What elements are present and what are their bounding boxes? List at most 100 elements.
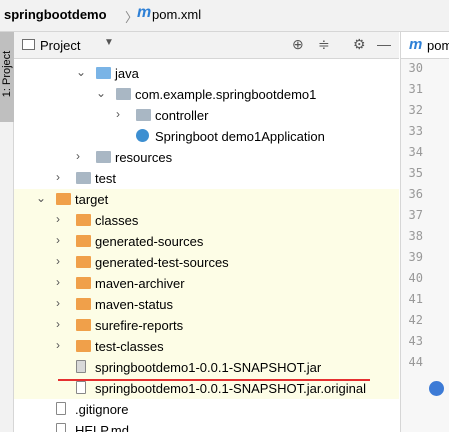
navigation-bar: springbootdemo 〉 m pom.xml: [0, 0, 449, 32]
line-number: 40: [408, 271, 423, 285]
project-tool-tab-label: 1: Project: [1, 50, 13, 98]
excluded-folder-icon: [76, 235, 91, 247]
tree-row-label: HELP.md: [75, 423, 129, 432]
tree-row-label: classes: [95, 213, 139, 228]
tree-row-label: generated-sources: [95, 234, 204, 249]
tree-row[interactable]: › resources: [14, 147, 399, 168]
tree-row[interactable]: ⌄ target: [14, 189, 399, 210]
file-icon: [56, 402, 66, 415]
line-number: 33: [408, 124, 423, 138]
editor-panel: m pom 30 31 32 33 34 35 36 37 38 39 40 41 42 43 44: [400, 32, 449, 432]
gear-icon[interactable]: ⚙: [353, 36, 366, 53]
file-icon: [76, 381, 86, 394]
chevron-down-icon[interactable]: ▼: [104, 37, 114, 48]
excluded-folder-icon: [76, 256, 91, 268]
tree-row[interactable]: › maven-archiver: [14, 273, 399, 294]
tree-row-label: controller: [155, 108, 209, 123]
chevron-right-icon[interactable]: ›: [56, 233, 68, 247]
chevron-right-icon[interactable]: ›: [76, 149, 88, 163]
folder-icon: [96, 151, 111, 163]
line-number: 37: [408, 208, 423, 222]
chevron-right-icon[interactable]: ›: [56, 212, 68, 226]
line-number: 30: [408, 61, 423, 75]
line-number: 39: [408, 250, 423, 264]
class-icon: [136, 129, 149, 142]
run-gutter-icon[interactable]: [429, 381, 444, 396]
tool-window-stripe: 1: Project: [0, 32, 14, 432]
excluded-folder-icon: [76, 214, 91, 226]
tree-row-label: generated-test-sources: [95, 255, 229, 270]
editor-tab-pom[interactable]: m pom: [401, 32, 449, 59]
jar-icon: [76, 360, 86, 373]
tree-row-label: maven-archiver: [95, 276, 185, 291]
breadcrumb-file[interactable]: pom.xml: [152, 7, 201, 22]
excluded-folder-icon: [76, 319, 91, 331]
line-number: 35: [408, 166, 423, 180]
chevron-right-icon[interactable]: ›: [116, 107, 128, 121]
chevron-right-icon[interactable]: ›: [56, 338, 68, 352]
tree-row[interactable]: › test: [14, 168, 399, 189]
tree-row[interactable]: › surefire-reports: [14, 315, 399, 336]
project-view-icon: [22, 39, 35, 50]
tree-row-label: test: [95, 171, 116, 186]
chevron-down-icon[interactable]: ⌄: [36, 191, 48, 205]
project-tree: ⌄ java ⌄ com.example.springbootdemo1 › contro…: [14, 59, 399, 432]
line-number: 41: [408, 292, 423, 306]
tree-row-label: Springboot demo1Application: [155, 129, 325, 144]
tree-row[interactable]: › controller: [14, 105, 399, 126]
project-toolbar: Project ▼ ⊕ ≑ ⚙ —: [14, 32, 399, 59]
folder-icon: [136, 109, 151, 121]
tree-row[interactable]: ⌄ java: [14, 63, 399, 84]
chevron-right-icon[interactable]: ›: [56, 254, 68, 268]
line-number: 42: [408, 313, 423, 327]
tree-row-label: target: [75, 192, 109, 207]
file-icon: [56, 423, 66, 432]
chevron-right-icon[interactable]: ›: [56, 296, 68, 310]
excluded-folder-icon: [56, 193, 71, 205]
tree-row-label: resources: [115, 150, 173, 165]
tree-row-label: java: [115, 66, 139, 81]
tree-row[interactable]: ⌄ com.example.springbootdemo1: [14, 84, 399, 105]
maven-icon: m: [137, 4, 152, 21]
collapse-icon[interactable]: ≑: [318, 36, 330, 53]
line-number: 36: [408, 187, 423, 201]
tree-row-label: surefire-reports: [95, 318, 184, 333]
tree-row[interactable]: Springboot demo1Application: [14, 126, 399, 147]
line-number: 34: [408, 145, 423, 159]
excluded-folder-icon: [76, 340, 91, 352]
tree-row[interactable]: springbootdemo1-0.0.1-SNAPSHOT.jar.origi…: [14, 378, 399, 399]
project-view-title[interactable]: Project: [40, 38, 80, 53]
breadcrumb-project[interactable]: springbootdemo: [4, 7, 107, 22]
line-number: 32: [408, 103, 423, 117]
red-underline-annotation: [58, 379, 370, 381]
hide-icon[interactable]: —: [377, 36, 391, 52]
tree-row-label: maven-status: [95, 297, 174, 312]
tree-row-label: test-classes: [95, 339, 164, 354]
folder-icon: [116, 88, 131, 100]
chevron-down-icon[interactable]: ⌄: [76, 65, 88, 79]
tree-row-label: .gitignore: [75, 402, 129, 417]
tree-row[interactable]: › classes: [14, 210, 399, 231]
line-number: 44: [408, 355, 423, 369]
chevron-right-icon[interactable]: ›: [56, 275, 68, 289]
tree-row-label: springbootdemo1-0.0.1-SNAPSHOT.jar.origi…: [95, 381, 366, 396]
tree-row[interactable]: › generated-test-sources: [14, 252, 399, 273]
tree-row[interactable]: HELP.md: [14, 420, 399, 432]
line-number: 38: [408, 229, 423, 243]
chevron-right-icon[interactable]: ›: [56, 170, 68, 184]
excluded-folder-icon: [76, 277, 91, 289]
chevron-right-icon[interactable]: ›: [56, 317, 68, 331]
source-folder-icon: [96, 67, 111, 79]
tree-row[interactable]: .gitignore: [14, 399, 399, 420]
tree-row[interactable]: › maven-status: [14, 294, 399, 315]
editor-tab-label: pom: [427, 38, 449, 53]
excluded-folder-icon: [76, 298, 91, 310]
chevron-down-icon[interactable]: ⌄: [96, 86, 108, 100]
tree-row[interactable]: springbootdemo1-0.0.1-SNAPSHOT.jar: [14, 357, 399, 378]
tree-row-label: springbootdemo1-0.0.1-SNAPSHOT.jar: [95, 360, 322, 375]
tree-row[interactable]: › generated-sources: [14, 231, 399, 252]
tree-row[interactable]: › test-classes: [14, 336, 399, 357]
tree-row-label: com.example.springbootdemo1: [135, 87, 317, 102]
project-tool-tab[interactable]: 1: Project: [0, 32, 14, 122]
locate-icon[interactable]: ⊕: [292, 36, 304, 53]
